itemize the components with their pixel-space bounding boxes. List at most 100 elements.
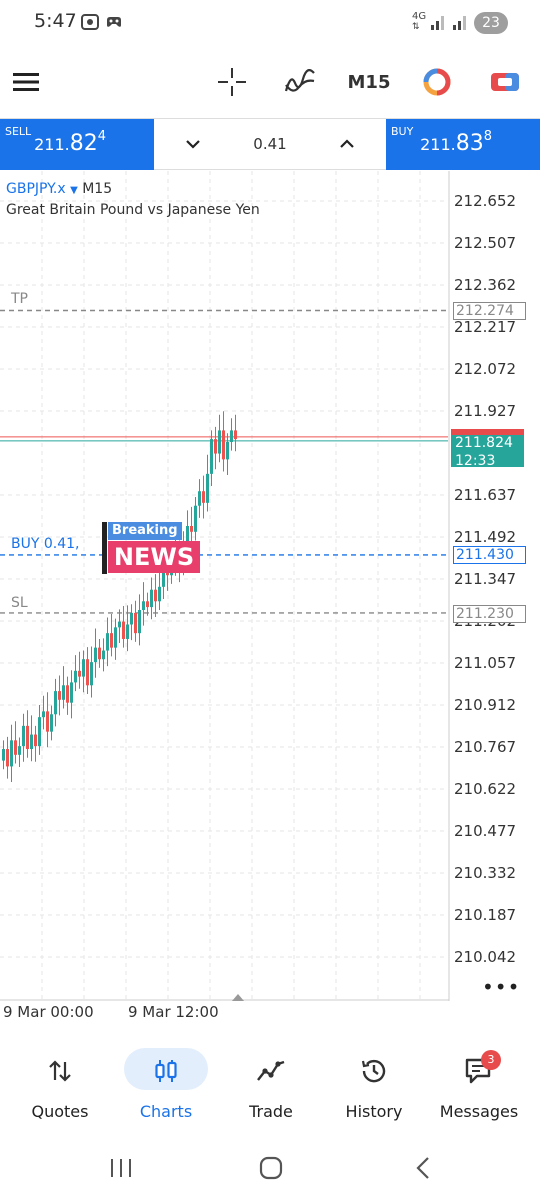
price-axis-label: 211.347 (454, 570, 517, 588)
candle-body (222, 430, 225, 460)
candle-body (226, 441, 229, 460)
price-axis-label: 211.492 (454, 528, 517, 546)
one-click-icon (491, 73, 519, 91)
account-status-button[interactable] (422, 66, 452, 98)
ring-icon (423, 68, 451, 96)
tp-level-label: TP (11, 291, 28, 307)
volume-control: 0.41 (154, 119, 386, 170)
news-badge-main: NEWS (108, 541, 200, 573)
price-axis-label: 210.332 (454, 864, 517, 882)
hamburger-icon (13, 73, 39, 91)
buy-position-price[interactable]: 211.430 (453, 546, 526, 564)
price-axis-label: 211.057 (454, 654, 517, 672)
candle-body (94, 647, 97, 663)
sell-button[interactable]: SELL 211.824 (0, 119, 154, 170)
nav-charts-label: Charts (139, 1102, 193, 1121)
recent-apps-button[interactable] (108, 1156, 134, 1184)
price-axis-label: 211.927 (454, 402, 517, 420)
back-chevron-icon (416, 1157, 429, 1179)
more-options-icon[interactable]: ••• (482, 975, 520, 999)
price-axis-label: 212.652 (454, 192, 517, 210)
volume-increase-button[interactable] (334, 131, 360, 157)
status-time: 5:47 (34, 10, 77, 32)
candles-icon (155, 1060, 177, 1082)
candle-body (82, 659, 85, 677)
symbol-timeframe: M15 (82, 181, 113, 197)
nav-quotes[interactable]: Quotes (8, 1046, 112, 1126)
home-icon (259, 1156, 283, 1180)
chevron-up-icon (340, 139, 354, 148)
candle-body (150, 589, 153, 608)
nav-charts[interactable]: Charts (114, 1046, 218, 1126)
bar-timer: 12:33 (455, 453, 496, 469)
bottom-navigation: Quotes Charts Trade History Messages (0, 1040, 540, 1130)
candle-body (118, 621, 121, 628)
candle-body (210, 439, 213, 474)
timeframe-button[interactable]: M15 (348, 66, 391, 98)
buy-price: 211.838 (420, 129, 492, 156)
home-button[interactable] (258, 1156, 284, 1184)
candle-body (2, 749, 5, 761)
network-type-icon: 4G ⇅ (412, 11, 427, 33)
buy-position-label[interactable]: BUY 0.41, (11, 536, 79, 552)
candle-body (138, 609, 141, 634)
status-bar: 5:47 4G ⇅ 23 (0, 0, 540, 46)
candle-body (198, 491, 201, 506)
nav-history-label: History (345, 1102, 403, 1121)
system-navigation-bar (0, 1140, 540, 1200)
nav-history[interactable]: History (322, 1046, 426, 1126)
sell-label: SELL (5, 125, 32, 138)
signal-icon-1 (430, 12, 446, 36)
nav-messages[interactable]: Messages (427, 1046, 531, 1126)
candle-body (130, 612, 133, 625)
candle-body (214, 439, 217, 454)
history-clock-icon (361, 1059, 386, 1083)
candle-body (142, 601, 145, 610)
one-click-trading-button[interactable] (490, 66, 520, 98)
symbol-dropdown-icon[interactable]: ▼ (70, 185, 78, 196)
messages-count-badge: 3 (481, 1050, 501, 1070)
price-axis-label: 210.912 (454, 696, 517, 714)
news-badge-top: Breaking (108, 522, 182, 540)
indicators-button[interactable] (284, 66, 316, 98)
tp-level-price[interactable]: 212.274 (453, 302, 526, 320)
candle-body (30, 734, 33, 750)
candle-body (122, 621, 125, 639)
ask-price-marker (451, 429, 524, 435)
indicators-icon (285, 69, 315, 92)
sl-level-label: SL (11, 595, 28, 611)
nav-quotes-label: Quotes (31, 1102, 89, 1121)
menu-button[interactable] (12, 66, 40, 98)
sl-level-price[interactable]: 211.230 (453, 605, 526, 623)
candle-body (46, 711, 49, 732)
crosshair-button[interactable] (218, 66, 246, 98)
candle-body (34, 734, 37, 747)
battery-indicator: 23 (474, 12, 508, 34)
breaking-news-badge[interactable]: Breaking NEWS (102, 522, 200, 574)
price-axis-label: 212.362 (454, 276, 517, 294)
candle-body (106, 633, 109, 651)
back-button[interactable] (412, 1156, 436, 1184)
candle-body (134, 612, 137, 634)
symbol-name[interactable]: GBPJPY.x (6, 181, 66, 197)
candle-body (158, 586, 161, 602)
price-axis-label: 210.622 (454, 780, 517, 798)
sell-price: 211.824 (34, 129, 106, 156)
candle-body (102, 650, 105, 660)
buy-button[interactable]: BUY 211.838 (386, 119, 540, 170)
price-axis-label: 210.042 (454, 948, 517, 966)
scroll-marker (232, 994, 244, 1001)
price-axis-label: 212.072 (454, 360, 517, 378)
candle-body (6, 749, 9, 767)
crosshair-icon (218, 68, 246, 96)
candle-body (78, 670, 81, 677)
quotes-arrows-icon (49, 1060, 71, 1082)
nav-trade[interactable]: Trade (219, 1046, 323, 1126)
candle-body (98, 647, 101, 660)
symbol-header: GBPJPY.x ▼ M15 (6, 181, 112, 197)
candle-body (86, 659, 89, 686)
bid-price: 211.824 (455, 435, 513, 451)
candle-body (114, 627, 117, 648)
price-chart[interactable]: GBPJPY.x ▼ M15 Great Britain Pound vs Ja… (0, 171, 540, 1001)
symbol-description: Great Britain Pound vs Japanese Yen (6, 202, 260, 218)
